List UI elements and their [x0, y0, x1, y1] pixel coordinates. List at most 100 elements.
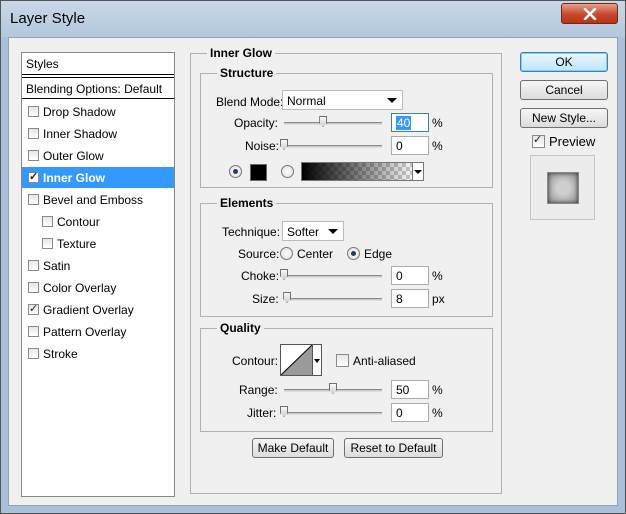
- style-item-checkbox[interactable]: [28, 282, 39, 293]
- style-item-checkbox[interactable]: [28, 326, 39, 337]
- chevron-down-icon: [314, 359, 320, 363]
- jitter-input[interactable]: 0: [391, 403, 429, 422]
- structure-title: Structure: [217, 66, 277, 80]
- style-item-label: Pattern Overlay: [43, 324, 127, 339]
- blend-mode-value: Normal: [287, 94, 326, 108]
- style-item-satin[interactable]: Satin: [22, 255, 174, 276]
- source-label: Source:: [238, 247, 280, 261]
- noise-label: Noise:: [245, 139, 280, 153]
- style-item-label: Texture: [57, 236, 97, 251]
- cancel-button[interactable]: Cancel: [520, 80, 608, 100]
- style-item-checkbox[interactable]: [42, 238, 53, 249]
- blending-options-item[interactable]: Blending Options: Default: [22, 77, 174, 99]
- opacity-input[interactable]: 40: [391, 113, 429, 132]
- preview-label: Preview: [549, 134, 596, 149]
- layer-style-window: Layer Style Styles Blending Options: Def…: [0, 0, 626, 514]
- solid-color-radio[interactable]: [229, 165, 242, 178]
- blend-mode-label: Blend Mode:: [216, 95, 284, 109]
- preview-checkbox[interactable]: Preview: [532, 133, 596, 149]
- style-item-checkbox[interactable]: [28, 194, 39, 205]
- style-item-inner-shadow[interactable]: Inner Shadow: [22, 123, 174, 144]
- preview-check: [532, 133, 545, 148]
- make-default-button[interactable]: Make Default: [252, 438, 334, 458]
- chevron-down-icon: [328, 229, 338, 234]
- contour-dropdown-button[interactable]: [312, 344, 322, 376]
- size-px: px: [432, 292, 445, 306]
- style-item-checkbox[interactable]: [28, 170, 39, 183]
- style-item-label: Satin: [43, 258, 71, 273]
- style-item-bevel-and-emboss[interactable]: Bevel and Emboss: [22, 189, 174, 210]
- source-center-radio[interactable]: [280, 247, 293, 260]
- close-icon: [583, 7, 596, 20]
- reset-to-default-button[interactable]: Reset to Default: [344, 438, 443, 458]
- style-item-label: Stroke: [43, 346, 78, 361]
- style-item-checkbox[interactable]: [42, 216, 53, 227]
- choke-input[interactable]: 0: [391, 266, 429, 285]
- ok-button[interactable]: OK: [520, 52, 608, 72]
- style-item-checkbox[interactable]: [28, 106, 39, 117]
- size-label: Size:: [252, 292, 279, 306]
- noise-slider-track[interactable]: [284, 145, 382, 148]
- gradient-picker[interactable]: [301, 162, 417, 181]
- contour-label: Contour:: [232, 354, 279, 368]
- anti-aliased-checkbox[interactable]: [336, 354, 353, 370]
- style-item-checkbox[interactable]: [28, 348, 39, 359]
- technique-label: Technique:: [222, 225, 281, 239]
- range-value: 50: [396, 383, 410, 397]
- style-item-contour[interactable]: Contour: [22, 211, 174, 232]
- new-style-button[interactable]: New Style...: [520, 108, 608, 128]
- title-bar[interactable]: Layer Style: [1, 1, 625, 37]
- choke-value: 0: [396, 269, 403, 283]
- style-item-label: Inner Glow: [43, 170, 106, 185]
- source-edge-radio[interactable]: [347, 247, 360, 260]
- source-edge-label: Edge: [364, 247, 393, 261]
- inner-glow-title: Inner Glow: [207, 46, 276, 60]
- gradient-radio[interactable]: [281, 165, 294, 178]
- styles-header[interactable]: Styles: [22, 53, 174, 75]
- style-item-label: Inner Shadow: [43, 126, 118, 141]
- noise-value: 0: [396, 139, 403, 153]
- choke-percent: %: [432, 269, 443, 283]
- size-slider-track[interactable]: [284, 298, 382, 301]
- jitter-slider-track[interactable]: [284, 412, 382, 415]
- close-button[interactable]: [561, 3, 618, 24]
- range-input[interactable]: 50: [391, 380, 429, 399]
- source-center-label: Center: [297, 247, 334, 261]
- style-item-checkbox[interactable]: [28, 302, 39, 315]
- style-item-color-overlay[interactable]: Color Overlay: [22, 277, 174, 298]
- style-item-label: Drop Shadow: [43, 104, 116, 119]
- style-item-texture[interactable]: Texture: [22, 233, 174, 254]
- gradient-dropdown-button[interactable]: [412, 162, 424, 181]
- style-item-drop-shadow[interactable]: Drop Shadow: [22, 101, 174, 122]
- contour-picker[interactable]: [280, 344, 313, 376]
- style-item-inner-glow[interactable]: Inner Glow: [22, 167, 174, 188]
- style-item-label: Bevel and Emboss: [43, 192, 144, 207]
- choke-slider-track[interactable]: [284, 275, 382, 278]
- style-item-pattern-overlay[interactable]: Pattern Overlay: [22, 321, 174, 342]
- preview-thumbnail: [530, 155, 595, 220]
- preview-swatch: [546, 171, 579, 204]
- style-item-label: Gradient Overlay: [43, 302, 134, 317]
- jitter-value: 0: [396, 406, 403, 420]
- chevron-down-icon: [414, 170, 422, 174]
- noise-percent: %: [432, 139, 443, 153]
- window-title: Layer Style: [10, 10, 86, 27]
- blending-options-label: Blending Options: Default: [26, 82, 163, 96]
- elements-title: Elements: [217, 196, 277, 210]
- jitter-label: Jitter:: [247, 406, 277, 420]
- opacity-slider-track[interactable]: [284, 122, 382, 125]
- blend-mode-select[interactable]: Normal: [282, 90, 403, 110]
- size-input[interactable]: 8: [391, 289, 429, 308]
- technique-select[interactable]: Softer: [282, 221, 344, 241]
- style-item-stroke[interactable]: Stroke: [22, 343, 174, 364]
- style-item-checkbox[interactable]: [28, 128, 39, 139]
- dialog-client: Styles Blending Options: Default Drop Sh…: [8, 37, 618, 506]
- glow-color-swatch[interactable]: [250, 164, 267, 181]
- style-item-outer-glow[interactable]: Outer Glow: [22, 145, 174, 166]
- style-item-label: Contour: [57, 214, 100, 229]
- style-item-checkbox[interactable]: [28, 150, 39, 161]
- style-item-gradient-overlay[interactable]: Gradient Overlay: [22, 299, 174, 320]
- style-item-checkbox[interactable]: [28, 260, 39, 271]
- noise-input[interactable]: 0: [391, 136, 429, 155]
- quality-title: Quality: [217, 321, 264, 335]
